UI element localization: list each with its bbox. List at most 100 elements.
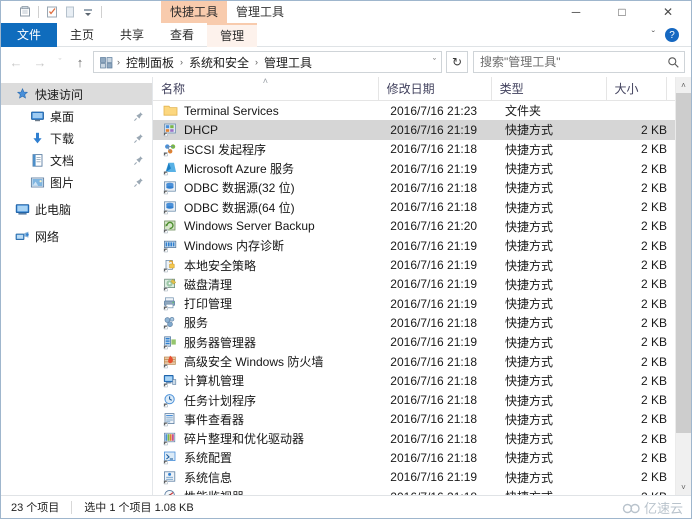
table-row[interactable]: iSCSI 发起程序 2016/7/16 21:18 快捷方式 2 KB — [153, 140, 675, 159]
contextual-tab-admin-tools[interactable]: 管理工具 — [227, 1, 293, 23]
document-icon — [29, 152, 45, 168]
customize-icon[interactable] — [62, 4, 78, 20]
sidebar-item-this-pc[interactable]: 此电脑 — [1, 198, 152, 220]
pin-icon[interactable] — [132, 154, 144, 166]
dropdown-icon[interactable] — [80, 4, 96, 20]
back-button[interactable]: ← — [5, 51, 27, 73]
column-header-name[interactable]: 名称 ˄ — [153, 76, 379, 100]
table-row[interactable]: 系统信息 2016/7/16 21:19 快捷方式 2 KB — [153, 468, 675, 487]
cell-date-modified: 2016/7/16 21:18 — [390, 315, 478, 330]
table-row[interactable]: 本地安全策略 2016/7/16 21:19 快捷方式 2 KB — [153, 255, 675, 274]
breadcrumb-item-system-security[interactable]: 系统和安全 — [186, 54, 252, 71]
scroll-down-button[interactable]: ˅ — [676, 479, 691, 495]
cell-name: 高级安全 Windows 防火墙 — [153, 353, 382, 370]
sidebar-item-pictures[interactable]: 图片 — [1, 171, 152, 193]
sidebar-item-downloads[interactable]: 下载 — [1, 127, 152, 149]
table-row[interactable]: Windows 内存诊断 2016/7/16 21:19 快捷方式 2 KB — [153, 236, 675, 255]
cell-name: Windows 内存诊断 — [153, 237, 382, 254]
search-input[interactable] — [480, 55, 667, 69]
cell-size: 2 KB — [640, 431, 667, 446]
properties-icon[interactable] — [17, 4, 33, 20]
column-header-type[interactable]: 类型 — [492, 77, 607, 100]
diskclean-icon — [162, 276, 178, 292]
pin-icon[interactable] — [132, 110, 144, 122]
tab-manage[interactable]: 管理 — [207, 23, 258, 47]
table-row[interactable]: 性能监视器2016/7/16 21:18快捷方式2 KB — [153, 487, 675, 495]
ribbon-expand-chevron-icon[interactable]: ˇ — [648, 30, 659, 41]
search-icon[interactable] — [667, 56, 680, 69]
column-header-size[interactable]: 大小 — [607, 77, 667, 100]
table-row[interactable]: DHCP 2016/7/16 21:19 快捷方式 2 KB — [153, 120, 675, 140]
tab-home[interactable]: 主页 — [57, 23, 107, 47]
table-row[interactable]: 碎片整理和优化驱动器 2016/7/16 21:18 快捷方式 2 KB — [153, 429, 675, 448]
table-row[interactable]: ODBC 数据源(32 位) 2016/7/16 21:18 快捷方式 2 KB — [153, 178, 675, 197]
new-folder-icon[interactable] — [44, 4, 60, 20]
search-box[interactable] — [473, 51, 685, 73]
recent-locations-button[interactable]: ˇ — [53, 51, 67, 73]
dhcp-icon — [162, 122, 178, 138]
pin-icon[interactable] — [132, 176, 144, 188]
window-controls: ─ □ ✕ — [553, 1, 691, 23]
scroll-up-button[interactable]: ˄ — [676, 77, 691, 93]
table-row[interactable]: 磁盘清理 2016/7/16 21:19 快捷方式 2 KB — [153, 275, 675, 294]
table-row[interactable]: 服务 2016/7/16 21:18 快捷方式 2 KB — [153, 313, 675, 332]
table-row[interactable]: 事件查看器 2016/7/16 21:18 快捷方式 2 KB — [153, 410, 675, 429]
table-row[interactable]: Terminal Services 2016/7/16 21:23 文件夹 — [153, 101, 675, 120]
tab-share[interactable]: 共享 — [107, 23, 157, 47]
table-row[interactable]: 打印管理 2016/7/16 21:19 快捷方式 2 KB — [153, 294, 675, 313]
sidebar-item-desktop[interactable]: 桌面 — [1, 105, 152, 127]
vertical-scrollbar[interactable]: ˄ ˅ — [675, 77, 691, 495]
status-item-count: 23 个项目 — [11, 502, 60, 514]
cell-name: Microsoft Azure 服务 — [153, 160, 382, 177]
pin-icon[interactable] — [132, 132, 144, 144]
cell-type: 快捷方式 — [504, 412, 553, 427]
table-row[interactable]: 系统配置 2016/7/16 21:18 快捷方式 2 KB — [153, 448, 675, 467]
contextual-tab-shortcut-tools[interactable]: 快捷工具 — [161, 1, 228, 23]
table-row[interactable]: 服务器管理器 2016/7/16 21:19 快捷方式 2 KB — [153, 333, 675, 352]
column-header-date[interactable]: 修改日期 — [379, 77, 492, 100]
cell-date-modified: 2016/7/16 21:18 — [390, 200, 478, 215]
tab-file[interactable]: 文件 — [1, 23, 58, 47]
table-row[interactable]: Microsoft Azure 服务 2016/7/16 21:19 快捷方式 2 K… — [153, 159, 675, 178]
cell-type: 快捷方式 — [504, 162, 553, 177]
maximize-button[interactable]: □ — [599, 1, 645, 23]
column-header-label: 名称 — [161, 82, 186, 96]
sidebar-item-network[interactable]: 网络 — [1, 225, 152, 247]
file-name-label: Microsoft Azure 服务 — [184, 162, 295, 177]
cell-type: 快捷方式 — [504, 470, 553, 485]
table-row[interactable]: 任务计划程序 2016/7/16 21:18 快捷方式 2 KB — [153, 390, 675, 409]
cell-date-modified: 2016/7/16 21:18 — [390, 450, 478, 465]
cell-name: 本地安全策略 — [153, 257, 382, 274]
watermark: 亿速云 — [622, 498, 683, 517]
breadcrumb[interactable]: › 控制面板 › 系统和安全 › 管理工具 ˇ — [93, 51, 442, 73]
sidebar-item-label: 此电脑 — [35, 202, 72, 217]
breadcrumb-item-control-panel[interactable]: 控制面板 — [123, 54, 177, 71]
up-button[interactable]: ↑ — [69, 51, 91, 73]
help-icon[interactable]: ? — [665, 28, 679, 42]
sidebar-item-quick-access[interactable]: 快速访问 — [1, 83, 152, 105]
file-name-label: DHCP — [184, 122, 219, 137]
address-dropdown-icon[interactable]: ˇ — [433, 57, 439, 67]
cell-type: 快捷方式 — [504, 277, 553, 292]
column-header-label: 类型 — [499, 82, 524, 96]
backup-icon — [162, 218, 178, 234]
refresh-button[interactable]: ↻ — [446, 51, 468, 73]
table-row[interactable]: Windows Server Backup 2016/7/16 21:20 快捷方式… — [153, 217, 675, 236]
eventlog-icon — [162, 411, 178, 427]
cell-name: 计算机管理 — [153, 372, 382, 389]
minimize-button[interactable]: ─ — [553, 1, 599, 23]
scrollbar-thumb[interactable] — [676, 93, 691, 433]
table-row[interactable]: ODBC 数据源(64 位) 2016/7/16 21:18 快捷方式 2 KB — [153, 197, 675, 216]
table-row[interactable]: 高级安全 Windows 防火墙 2016/7/16 21:18 快捷方式 2 KB — [153, 352, 675, 371]
close-button[interactable]: ✕ — [645, 1, 691, 23]
file-name-label: 任务计划程序 — [184, 393, 257, 408]
explorer-body: 快速访问 桌面 下载 文档 图片 此电脑 网络 名称 ˄ 修改日期 类型 大小 … — [1, 76, 691, 495]
forward-button[interactable]: → — [29, 51, 51, 73]
sidebar-item-documents[interactable]: 文档 — [1, 149, 152, 171]
table-row[interactable]: 计算机管理 2016/7/16 21:18 快捷方式 2 KB — [153, 371, 675, 390]
scrollbar-track[interactable] — [676, 93, 691, 479]
tab-view[interactable]: 查看 — [157, 23, 207, 47]
cell-type: 快捷方式 — [504, 181, 553, 196]
file-list: Terminal Services 2016/7/16 21:23 文件夹 DHCP 2… — [153, 101, 675, 495]
breadcrumb-item-admin-tools[interactable]: 管理工具 — [261, 54, 315, 71]
